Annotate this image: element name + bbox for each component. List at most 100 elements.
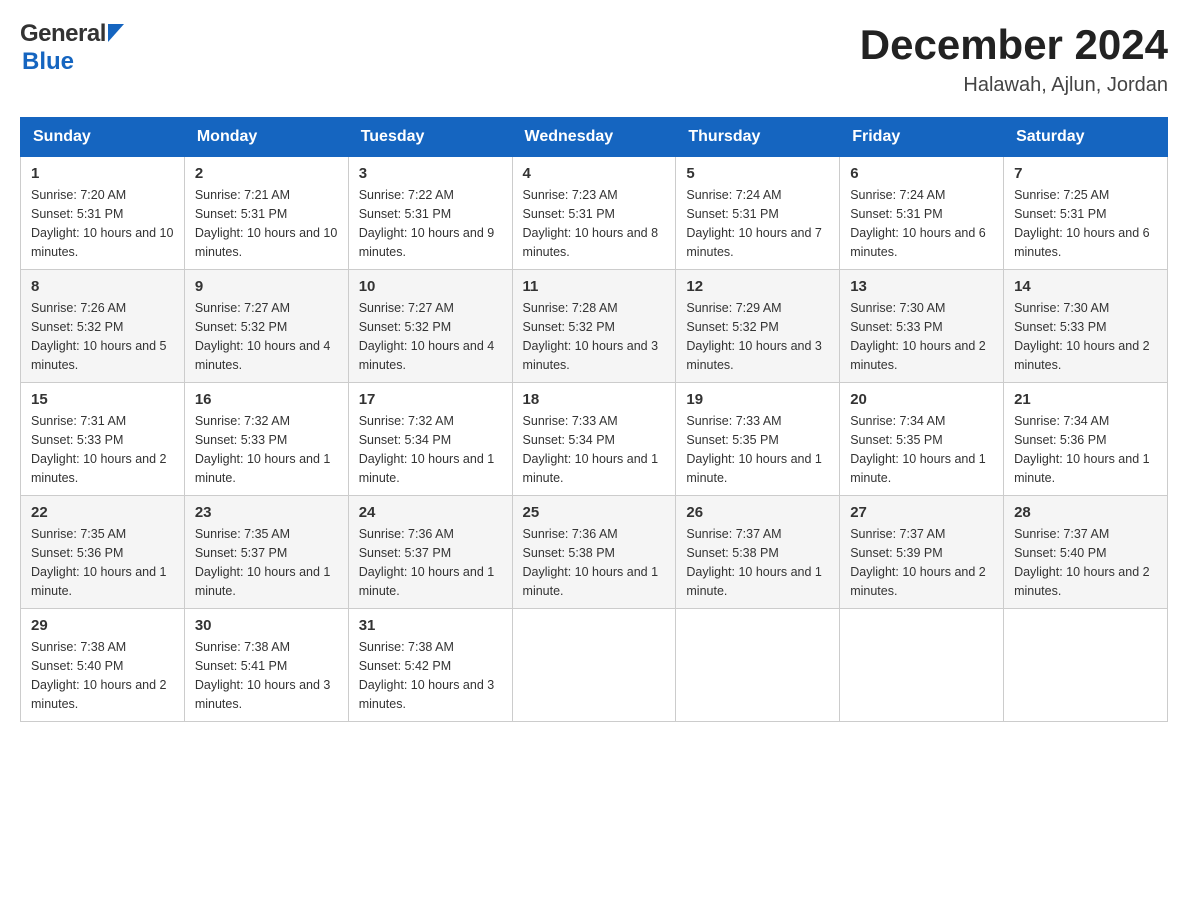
day-info: Sunrise: 7:38 AMSunset: 5:42 PMDaylight:…	[359, 638, 502, 713]
day-info: Sunrise: 7:32 AMSunset: 5:34 PMDaylight:…	[359, 412, 502, 487]
header-cell-tuesday: Tuesday	[348, 118, 512, 157]
header-cell-saturday: Saturday	[1004, 118, 1168, 157]
day-info: Sunrise: 7:30 AMSunset: 5:33 PMDaylight:…	[850, 299, 993, 374]
empty-cell	[512, 609, 676, 722]
calendar-subtitle: Halawah, Ajlun, Jordan	[860, 74, 1168, 97]
calendar-table: SundayMondayTuesdayWednesdayThursdayFrid…	[20, 117, 1168, 722]
day-cell-6: 6 Sunrise: 7:24 AMSunset: 5:31 PMDayligh…	[840, 157, 1004, 270]
day-cell-31: 31 Sunrise: 7:38 AMSunset: 5:42 PMDaylig…	[348, 609, 512, 722]
day-number: 14	[1014, 278, 1157, 295]
day-info: Sunrise: 7:38 AMSunset: 5:40 PMDaylight:…	[31, 638, 174, 713]
day-number: 27	[850, 504, 993, 521]
header-cell-sunday: Sunday	[21, 118, 185, 157]
day-cell-17: 17 Sunrise: 7:32 AMSunset: 5:34 PMDaylig…	[348, 383, 512, 496]
day-number: 16	[195, 391, 338, 408]
day-info: Sunrise: 7:26 AMSunset: 5:32 PMDaylight:…	[31, 299, 174, 374]
day-info: Sunrise: 7:23 AMSunset: 5:31 PMDaylight:…	[523, 186, 666, 261]
calendar-title: December 2024	[860, 20, 1168, 70]
day-number: 17	[359, 391, 502, 408]
title-section: December 2024 Halawah, Ajlun, Jordan	[860, 20, 1168, 97]
day-number: 29	[31, 617, 174, 634]
day-info: Sunrise: 7:36 AMSunset: 5:37 PMDaylight:…	[359, 525, 502, 600]
day-info: Sunrise: 7:35 AMSunset: 5:36 PMDaylight:…	[31, 525, 174, 600]
day-info: Sunrise: 7:30 AMSunset: 5:33 PMDaylight:…	[1014, 299, 1157, 374]
day-info: Sunrise: 7:31 AMSunset: 5:33 PMDaylight:…	[31, 412, 174, 487]
header-cell-wednesday: Wednesday	[512, 118, 676, 157]
day-cell-20: 20 Sunrise: 7:34 AMSunset: 5:35 PMDaylig…	[840, 383, 1004, 496]
day-number: 3	[359, 165, 502, 182]
day-info: Sunrise: 7:28 AMSunset: 5:32 PMDaylight:…	[523, 299, 666, 374]
day-cell-13: 13 Sunrise: 7:30 AMSunset: 5:33 PMDaylig…	[840, 270, 1004, 383]
day-number: 31	[359, 617, 502, 634]
day-cell-30: 30 Sunrise: 7:38 AMSunset: 5:41 PMDaylig…	[184, 609, 348, 722]
day-cell-11: 11 Sunrise: 7:28 AMSunset: 5:32 PMDaylig…	[512, 270, 676, 383]
day-info: Sunrise: 7:24 AMSunset: 5:31 PMDaylight:…	[686, 186, 829, 261]
day-cell-26: 26 Sunrise: 7:37 AMSunset: 5:38 PMDaylig…	[676, 496, 840, 609]
day-number: 12	[686, 278, 829, 295]
day-number: 11	[523, 278, 666, 295]
day-number: 19	[686, 391, 829, 408]
day-cell-16: 16 Sunrise: 7:32 AMSunset: 5:33 PMDaylig…	[184, 383, 348, 496]
logo: General Blue	[20, 20, 124, 76]
day-info: Sunrise: 7:35 AMSunset: 5:37 PMDaylight:…	[195, 525, 338, 600]
day-info: Sunrise: 7:20 AMSunset: 5:31 PMDaylight:…	[31, 186, 174, 261]
day-cell-15: 15 Sunrise: 7:31 AMSunset: 5:33 PMDaylig…	[21, 383, 185, 496]
day-cell-7: 7 Sunrise: 7:25 AMSunset: 5:31 PMDayligh…	[1004, 157, 1168, 270]
empty-cell	[1004, 609, 1168, 722]
day-number: 30	[195, 617, 338, 634]
day-number: 7	[1014, 165, 1157, 182]
day-info: Sunrise: 7:27 AMSunset: 5:32 PMDaylight:…	[195, 299, 338, 374]
day-cell-19: 19 Sunrise: 7:33 AMSunset: 5:35 PMDaylig…	[676, 383, 840, 496]
day-number: 13	[850, 278, 993, 295]
day-cell-23: 23 Sunrise: 7:35 AMSunset: 5:37 PMDaylig…	[184, 496, 348, 609]
header-cell-monday: Monday	[184, 118, 348, 157]
day-number: 15	[31, 391, 174, 408]
day-cell-14: 14 Sunrise: 7:30 AMSunset: 5:33 PMDaylig…	[1004, 270, 1168, 383]
day-cell-1: 1 Sunrise: 7:20 AMSunset: 5:31 PMDayligh…	[21, 157, 185, 270]
day-number: 2	[195, 165, 338, 182]
day-number: 10	[359, 278, 502, 295]
week-row-3: 15 Sunrise: 7:31 AMSunset: 5:33 PMDaylig…	[21, 383, 1168, 496]
day-number: 4	[523, 165, 666, 182]
day-info: Sunrise: 7:36 AMSunset: 5:38 PMDaylight:…	[523, 525, 666, 600]
day-number: 21	[1014, 391, 1157, 408]
day-number: 9	[195, 278, 338, 295]
logo-blue-text: Blue	[22, 48, 74, 76]
header-cell-friday: Friday	[840, 118, 1004, 157]
day-number: 1	[31, 165, 174, 182]
day-number: 8	[31, 278, 174, 295]
day-info: Sunrise: 7:34 AMSunset: 5:36 PMDaylight:…	[1014, 412, 1157, 487]
day-info: Sunrise: 7:37 AMSunset: 5:40 PMDaylight:…	[1014, 525, 1157, 600]
day-info: Sunrise: 7:34 AMSunset: 5:35 PMDaylight:…	[850, 412, 993, 487]
week-row-2: 8 Sunrise: 7:26 AMSunset: 5:32 PMDayligh…	[21, 270, 1168, 383]
day-cell-8: 8 Sunrise: 7:26 AMSunset: 5:32 PMDayligh…	[21, 270, 185, 383]
header-row: SundayMondayTuesdayWednesdayThursdayFrid…	[21, 118, 1168, 157]
day-cell-27: 27 Sunrise: 7:37 AMSunset: 5:39 PMDaylig…	[840, 496, 1004, 609]
day-cell-18: 18 Sunrise: 7:33 AMSunset: 5:34 PMDaylig…	[512, 383, 676, 496]
day-number: 25	[523, 504, 666, 521]
empty-cell	[840, 609, 1004, 722]
day-number: 24	[359, 504, 502, 521]
day-number: 23	[195, 504, 338, 521]
header-cell-thursday: Thursday	[676, 118, 840, 157]
day-cell-29: 29 Sunrise: 7:38 AMSunset: 5:40 PMDaylig…	[21, 609, 185, 722]
week-row-4: 22 Sunrise: 7:35 AMSunset: 5:36 PMDaylig…	[21, 496, 1168, 609]
day-info: Sunrise: 7:32 AMSunset: 5:33 PMDaylight:…	[195, 412, 338, 487]
day-info: Sunrise: 7:33 AMSunset: 5:35 PMDaylight:…	[686, 412, 829, 487]
day-cell-2: 2 Sunrise: 7:21 AMSunset: 5:31 PMDayligh…	[184, 157, 348, 270]
empty-cell	[676, 609, 840, 722]
day-info: Sunrise: 7:25 AMSunset: 5:31 PMDaylight:…	[1014, 186, 1157, 261]
day-number: 5	[686, 165, 829, 182]
day-info: Sunrise: 7:37 AMSunset: 5:39 PMDaylight:…	[850, 525, 993, 600]
day-number: 18	[523, 391, 666, 408]
page-header: General Blue December 2024 Halawah, Ajlu…	[20, 20, 1168, 97]
day-number: 20	[850, 391, 993, 408]
day-info: Sunrise: 7:22 AMSunset: 5:31 PMDaylight:…	[359, 186, 502, 261]
day-number: 6	[850, 165, 993, 182]
day-cell-5: 5 Sunrise: 7:24 AMSunset: 5:31 PMDayligh…	[676, 157, 840, 270]
day-info: Sunrise: 7:24 AMSunset: 5:31 PMDaylight:…	[850, 186, 993, 261]
day-cell-24: 24 Sunrise: 7:36 AMSunset: 5:37 PMDaylig…	[348, 496, 512, 609]
week-row-5: 29 Sunrise: 7:38 AMSunset: 5:40 PMDaylig…	[21, 609, 1168, 722]
logo-triangle-icon	[108, 24, 124, 42]
logo-general-text: General	[20, 20, 106, 48]
